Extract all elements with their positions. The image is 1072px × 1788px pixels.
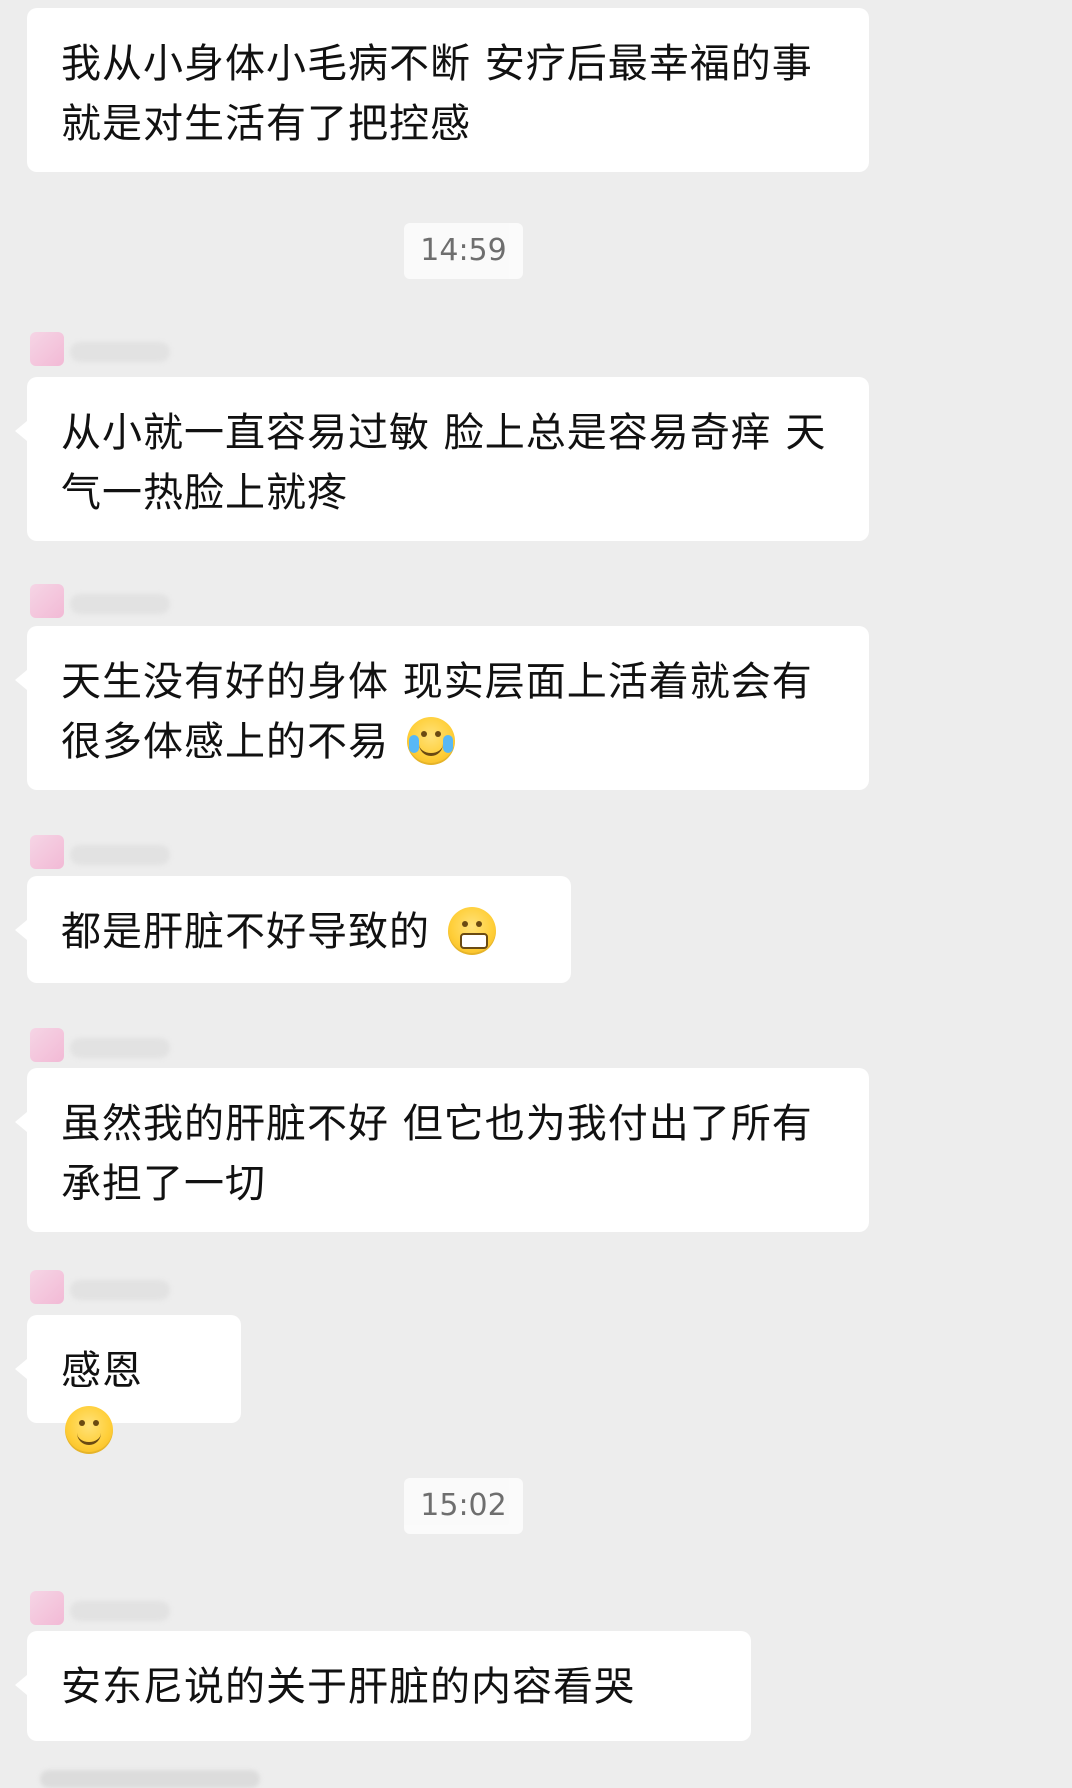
sender-name bbox=[70, 1280, 170, 1300]
sender-name bbox=[70, 342, 170, 362]
avatar[interactable] bbox=[30, 835, 64, 869]
tear-icon bbox=[442, 735, 453, 753]
message-bubble[interactable]: 从小就一直容易过敏 脸上总是容易奇痒 天气一热脸上就疼 bbox=[15, 377, 869, 541]
tear-icon bbox=[408, 735, 419, 753]
timestamp: 15:02 bbox=[404, 1478, 523, 1534]
sender-name bbox=[70, 1601, 170, 1621]
sender-name bbox=[70, 845, 170, 865]
message-bubble[interactable]: 感恩 bbox=[15, 1315, 241, 1454]
message-bubble[interactable]: 安东尼说的关于肝脏的内容看哭 bbox=[15, 1631, 751, 1741]
message-text: 感恩 bbox=[61, 1348, 143, 1394]
message-bubble[interactable]: 天生没有好的身体 现实层面上活着就会有很多体感上的不易 bbox=[15, 626, 869, 790]
timestamp: 14:59 bbox=[404, 223, 523, 279]
grin-emoji bbox=[447, 907, 496, 955]
sender-name bbox=[70, 1038, 170, 1058]
sender-name bbox=[70, 594, 170, 614]
mouth-icon bbox=[77, 1432, 101, 1445]
message-bubble[interactable]: 我从小身体小毛病不断 安疗后最幸福的事就是对生活有了把控感 bbox=[27, 8, 869, 172]
message-text: 我从小身体小毛病不断 安疗后最幸福的事就是对生活有了把控感 bbox=[61, 41, 813, 147]
chat-scroll-area[interactable]: 我从小身体小毛病不断 安疗后最幸福的事就是对生活有了把控感 14:59 从小就一… bbox=[0, 0, 1072, 1788]
blurred-footer-text bbox=[40, 1770, 260, 1788]
avatar[interactable] bbox=[30, 332, 64, 366]
avatar[interactable] bbox=[30, 1591, 64, 1625]
message-bubble[interactable]: 虽然我的肝脏不好 但它也为我付出了所有 承担了一切 bbox=[15, 1068, 869, 1232]
message-text: 安东尼说的关于肝脏的内容看哭 bbox=[61, 1664, 635, 1710]
mouth-icon bbox=[459, 933, 488, 949]
avatar[interactable] bbox=[30, 1028, 64, 1062]
message-text: 都是肝脏不好导致的 bbox=[61, 909, 430, 955]
smile-emoji bbox=[65, 1406, 113, 1454]
avatar[interactable] bbox=[30, 584, 64, 618]
message-text: 虽然我的肝脏不好 但它也为我付出了所有 承担了一切 bbox=[61, 1101, 813, 1207]
message-bubble[interactable]: 都是肝脏不好导致的 bbox=[15, 876, 571, 983]
laugh-cry-emoji bbox=[406, 717, 455, 765]
mouth-icon bbox=[418, 743, 443, 756]
message-text: 从小就一直容易过敏 脸上总是容易奇痒 天气一热脸上就疼 bbox=[61, 410, 827, 516]
avatar[interactable] bbox=[30, 1270, 64, 1304]
